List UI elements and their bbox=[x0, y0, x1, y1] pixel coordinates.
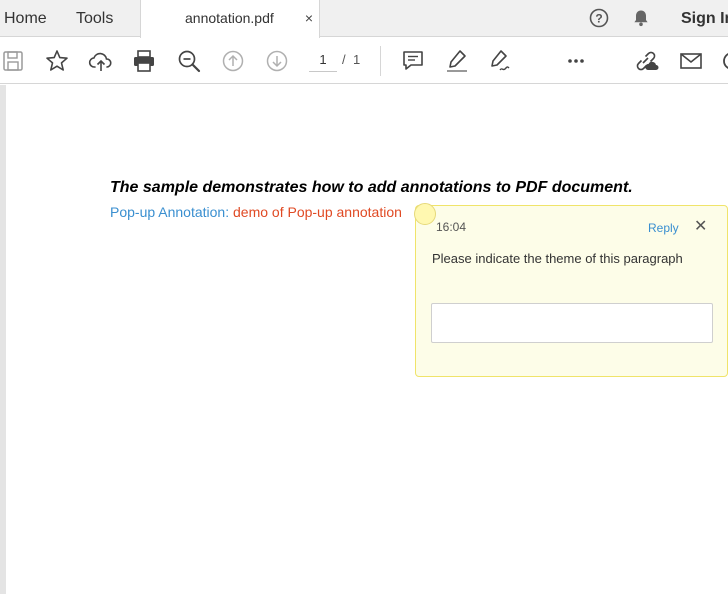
svg-text:?: ? bbox=[595, 12, 602, 26]
page-total: 1 bbox=[353, 52, 361, 67]
annotation-line: Pop-up Annotation: demo of Pop-up annota… bbox=[110, 204, 402, 220]
sign-in-link[interactable]: Sign In bbox=[681, 0, 728, 37]
document-heading: The sample demonstrates how to add annot… bbox=[110, 179, 633, 196]
reply-input[interactable] bbox=[431, 303, 713, 343]
bell-icon[interactable] bbox=[631, 8, 651, 28]
tab-bar: Home Tools annotation.pdf × ? Sign In bbox=[0, 0, 728, 38]
sign-pen-icon[interactable] bbox=[487, 48, 513, 74]
annotation-label: Pop-up Annotation: bbox=[110, 204, 233, 220]
toolbar-divider bbox=[380, 46, 381, 76]
print-icon[interactable] bbox=[131, 48, 157, 74]
popup-timestamp: 16:04 bbox=[436, 220, 467, 234]
more-icon[interactable] bbox=[563, 48, 589, 74]
save-icon[interactable] bbox=[1, 48, 27, 74]
reply-link[interactable]: Reply bbox=[648, 221, 679, 235]
annotation-marker-icon[interactable] bbox=[414, 203, 436, 225]
overflow-circle-icon[interactable] bbox=[719, 48, 728, 74]
page-number-input[interactable]: 1 bbox=[309, 48, 337, 72]
toolbar: 1 / 1 bbox=[0, 38, 728, 84]
navigation-pane-edge bbox=[0, 85, 6, 594]
popup-note: 16:04 Reply ✕ Please indicate the theme … bbox=[415, 205, 728, 377]
tab-document[interactable]: annotation.pdf × bbox=[140, 0, 320, 38]
tab-close-button[interactable]: × bbox=[301, 9, 317, 27]
comment-icon[interactable] bbox=[400, 48, 426, 74]
share-link-icon[interactable] bbox=[633, 48, 659, 74]
popup-message: Please indicate the theme of this paragr… bbox=[432, 251, 683, 266]
highlight-pen-icon[interactable] bbox=[444, 48, 470, 74]
tab-document-label: annotation.pdf bbox=[185, 10, 274, 26]
zoom-out-icon[interactable] bbox=[176, 48, 202, 74]
close-icon[interactable]: ✕ bbox=[694, 218, 707, 236]
page-separator: / bbox=[342, 52, 346, 67]
help-icon[interactable]: ? bbox=[589, 8, 609, 28]
email-icon[interactable] bbox=[678, 48, 704, 74]
bookmark-star-icon[interactable] bbox=[44, 48, 70, 74]
tab-home[interactable]: Home bbox=[4, 0, 47, 37]
page-down-icon[interactable] bbox=[264, 48, 290, 74]
page-up-icon[interactable] bbox=[220, 48, 246, 74]
upload-cloud-icon[interactable] bbox=[88, 48, 114, 74]
annotation-text: demo of Pop-up annotation bbox=[233, 204, 402, 220]
tab-tools[interactable]: Tools bbox=[76, 0, 113, 37]
